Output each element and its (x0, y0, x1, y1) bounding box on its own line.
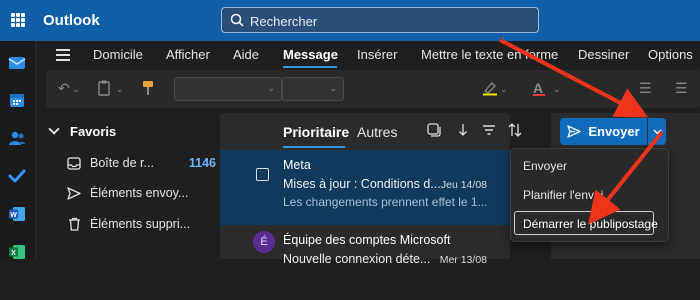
chevron-down-icon (652, 128, 662, 135)
excel-app-icon[interactable]: X (6, 241, 28, 263)
numbering-icon[interactable]: ☰ (675, 80, 688, 97)
search-icon (230, 13, 244, 27)
todo-app-icon[interactable] (6, 165, 28, 187)
chevron-down-icon: ⌄ (329, 83, 337, 93)
select-icon[interactable] (427, 123, 441, 140)
filter-icon[interactable] (482, 123, 496, 139)
font-family-select[interactable]: ⌄ (174, 77, 282, 101)
menu-icon[interactable] (56, 49, 70, 61)
message-subject: Mises à jour : Conditions d... (283, 177, 441, 191)
send-icon (567, 125, 581, 138)
bullets-icon[interactable]: ☰ (639, 80, 652, 97)
svg-text:X: X (11, 250, 16, 257)
font-size-select[interactable]: ⌄ (282, 77, 344, 101)
message-sender: Équipe des comptes Microsoft (283, 233, 451, 247)
menu-item-schedule-send[interactable]: Planifier l'envoi (523, 188, 603, 202)
send-options-menu: Envoyer Planifier l'envoi Démarrer le pu… (510, 148, 669, 242)
tab-other[interactable]: Autres (357, 124, 397, 140)
tab-aide[interactable]: Aide (233, 47, 259, 62)
app-title: Outlook (43, 12, 100, 29)
paste-icon[interactable] (98, 80, 112, 99)
menu-item-send[interactable]: Envoyer (523, 159, 567, 173)
message-date: Jeu 14/08 (440, 179, 487, 191)
message-list: Prioritaire Autres Meta Mises à jour : C… (220, 113, 522, 266)
message-subject: Nouvelle connexion déte... (283, 252, 431, 266)
ribbon-toolbar: ↶ ⌄ ⌄ ⌄ ⌄ ⌄ A ⌄ ☰ ☰ (46, 70, 700, 108)
highlight-icon[interactable] (482, 80, 498, 99)
jump-to-icon[interactable] (458, 123, 468, 140)
font-color-dropdown-icon[interactable]: ⌄ (553, 84, 561, 95)
calendar-app-icon[interactable] (6, 89, 28, 111)
chevron-down-icon: ⌄ (267, 83, 275, 93)
tab-mettre-en-forme[interactable]: Mettre le texte en forme (421, 47, 558, 62)
undo-dropdown-icon[interactable]: ⌄ (72, 84, 80, 95)
message-date: Mer 13/08 (439, 254, 487, 266)
tab-focused[interactable]: Prioritaire (283, 124, 349, 140)
send-icon (66, 186, 82, 200)
send-options-button[interactable] (648, 118, 666, 145)
tab-inserer[interactable]: Insérer (357, 47, 397, 62)
top-bar: Outlook (0, 0, 700, 41)
send-button[interactable]: Envoyer (560, 118, 647, 145)
message-item[interactable]: Meta Mises à jour : Conditions d... Jeu … (220, 150, 510, 225)
mail-app-icon[interactable] (6, 51, 28, 73)
search-box[interactable] (221, 7, 539, 33)
folder-label: Éléments suppri... (90, 217, 191, 231)
folder-pane: Favoris Boîte de r... 1146 Éléments envo… (36, 108, 220, 259)
message-checkbox[interactable] (256, 168, 269, 181)
folder-item-sent[interactable]: Éléments envoy... (66, 183, 216, 203)
ribbon-tabs: Domicile Afficher Aide Message Insérer M… (36, 41, 700, 69)
message-preview: Les changements prennent effet le 1... (283, 195, 488, 209)
trash-icon (66, 217, 82, 231)
message-sender: Meta (283, 158, 311, 172)
font-color-icon[interactable]: A (533, 80, 545, 96)
app-rail: W X (0, 41, 36, 259)
folder-item-inbox[interactable]: Boîte de r... 1146 (66, 153, 216, 173)
send-label: Envoyer (588, 124, 640, 139)
people-app-icon[interactable] (6, 127, 28, 149)
sort-icon[interactable] (508, 123, 522, 140)
search-input[interactable] (248, 11, 532, 31)
active-tab-indicator (283, 66, 337, 68)
folder-item-deleted[interactable]: Éléments suppri... (66, 214, 216, 234)
favorites-header[interactable]: Favoris (48, 123, 116, 139)
highlight-dropdown-icon[interactable]: ⌄ (500, 84, 508, 95)
format-painter-icon[interactable] (142, 80, 154, 99)
tab-afficher[interactable]: Afficher (166, 47, 210, 62)
chevron-down-icon (48, 123, 60, 135)
paste-dropdown-icon[interactable]: ⌄ (116, 84, 124, 95)
app-launcher-icon[interactable] (11, 13, 25, 27)
tab-message[interactable]: Message (283, 47, 338, 62)
tab-dessiner[interactable]: Dessiner (578, 47, 629, 62)
folder-label: Boîte de r... (90, 156, 154, 170)
message-item[interactable]: Équipe des comptes Microsoft Nouvelle co… (220, 225, 510, 300)
folder-label: Éléments envoy... (90, 186, 189, 200)
tab-options[interactable]: Options (648, 47, 693, 62)
menu-item-start-mail-merge[interactable]: Démarrer le publipostage (514, 211, 658, 235)
unread-count: 1146 (188, 156, 216, 170)
message-list-header: Prioritaire Autres (220, 113, 522, 150)
active-tab-indicator (283, 146, 345, 148)
tab-domicile[interactable]: Domicile (93, 47, 143, 62)
word-app-icon[interactable]: W (6, 203, 28, 225)
undo-icon[interactable]: ↶ (58, 80, 70, 97)
svg-text:W: W (10, 212, 17, 219)
inbox-icon (66, 156, 82, 170)
